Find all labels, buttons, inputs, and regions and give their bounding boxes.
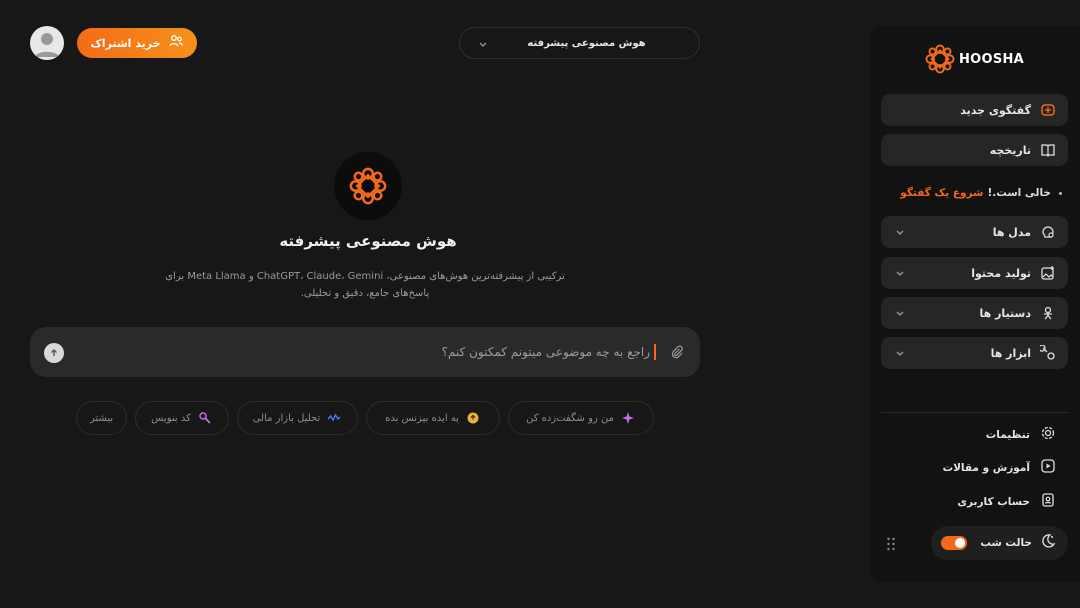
avatar[interactable] xyxy=(30,26,64,60)
sparkle-icon xyxy=(620,410,636,426)
arrow-up-icon xyxy=(51,349,57,356)
lightbulb-icon xyxy=(465,410,481,426)
page-title: هوش مصنوعی پیشرفته xyxy=(279,232,457,250)
model-select-label: هوش مصنوعی پیشرفته xyxy=(527,37,646,49)
menu-tools[interactable]: ابزار ها xyxy=(881,337,1068,369)
night-mode-row: حالت شب xyxy=(931,526,1068,560)
model-select[interactable]: هوش مصنوعی پیشرفته xyxy=(459,27,700,59)
account-link[interactable]: حساب کاربری xyxy=(881,491,1068,513)
chevron-down-icon xyxy=(893,306,907,320)
chip-label: یه ایده بیزنس بده xyxy=(385,412,459,424)
suggestion-chip-write-code[interactable]: کد بنویس xyxy=(135,401,229,435)
menu-label: دستیار ها xyxy=(979,306,1032,320)
tutorials-label: آموزش و مقالات xyxy=(942,462,1030,474)
buy-subscription-label: خرید اشتراک xyxy=(90,36,161,50)
brand-name: HOOSHA xyxy=(958,51,1025,67)
chat-input[interactable] xyxy=(90,337,650,367)
history-empty-state: خالی است.! شروع یک گفتگو xyxy=(881,184,1068,202)
brand[interactable]: HOOSHA xyxy=(869,44,1080,74)
new-chat-icon xyxy=(1039,101,1057,119)
book-icon xyxy=(1039,141,1057,159)
chevron-down-icon xyxy=(893,346,907,360)
sidebar-divider xyxy=(881,412,1068,413)
user-card-icon xyxy=(1040,492,1056,512)
description-line: پاسخ‌های جامع، دقیق و تحلیلی. xyxy=(300,288,430,299)
suggestion-chip-business-idea[interactable]: یه ایده بیزنس بده xyxy=(366,401,500,435)
chip-label: کد بنویس xyxy=(151,412,191,424)
suggestion-chip-market-analysis[interactable]: تحلیل بازار مالی xyxy=(237,401,358,435)
buy-subscription-button[interactable]: خرید اشتراک xyxy=(77,28,197,58)
user-avatar-icon xyxy=(35,33,59,57)
new-chat-label: گفتگوی جدید xyxy=(960,103,1031,117)
menu-models[interactable]: مدل ها xyxy=(881,216,1068,248)
hoosha-logo-icon xyxy=(925,44,955,74)
history-button[interactable]: تاریخچه xyxy=(881,134,1068,166)
suggestion-chip-surprise[interactable]: من رو شگفت‌زده کن xyxy=(508,401,654,435)
settings-label: تنظیمات xyxy=(985,429,1030,441)
wrench-icon xyxy=(197,410,213,426)
chip-label: بیشتر xyxy=(89,412,114,424)
suggestion-chip-more[interactable]: بیشتر xyxy=(76,401,127,435)
image-plus-icon xyxy=(1039,264,1057,282)
chevron-down-icon xyxy=(893,266,907,280)
empty-text: خالی است.! xyxy=(987,187,1051,199)
new-chat-button[interactable]: گفتگوی جدید xyxy=(881,94,1068,126)
tutorials-link[interactable]: آموزش و مقالات xyxy=(881,457,1068,479)
start-chat-link[interactable]: شروع یک گفتگو xyxy=(900,187,983,199)
night-mode-label: حالت شب xyxy=(980,537,1032,549)
play-video-icon xyxy=(1040,458,1056,478)
description-line: ترکیبی از پیشرفته‌ترین هوش‌های مصنوعی، C… xyxy=(165,271,565,282)
menu-content-generation[interactable]: تولید محتوا xyxy=(881,257,1068,289)
moon-icon xyxy=(1040,533,1056,553)
robot-icon xyxy=(1039,304,1057,322)
night-mode-toggle[interactable] xyxy=(941,536,967,550)
chip-label: تحلیل بازار مالی xyxy=(252,412,321,424)
chevron-down-icon xyxy=(478,34,488,53)
gear-icon xyxy=(1040,425,1056,445)
bullet-icon xyxy=(1059,191,1062,195)
tools-icon xyxy=(1039,344,1057,362)
settings-link[interactable]: تنظیمات xyxy=(881,424,1068,446)
chat-composer xyxy=(30,327,700,377)
drag-handle-icon[interactable] xyxy=(886,536,896,552)
hoosha-logo-icon xyxy=(349,167,387,205)
hero-logo xyxy=(334,152,402,220)
menu-label: مدل ها xyxy=(992,225,1031,239)
models-icon xyxy=(1039,223,1057,241)
send-button[interactable] xyxy=(44,343,64,363)
attach-icon[interactable] xyxy=(668,343,686,361)
history-label: تاریخچه xyxy=(989,143,1031,157)
menu-label: تولید محتوا xyxy=(971,266,1031,280)
chevron-down-icon xyxy=(893,225,907,239)
page-description: ترکیبی از پیشرفته‌ترین هوش‌های مصنوعی، C… xyxy=(150,268,580,302)
chart-wave-icon xyxy=(326,410,342,426)
menu-assistants[interactable]: دستیار ها xyxy=(881,297,1068,329)
chip-label: من رو شگفت‌زده کن xyxy=(526,412,614,424)
account-label: حساب کاربری xyxy=(957,496,1030,508)
sidebar: HOOSHA گفتگوی جدید تاریخچه خالی است.! شر… xyxy=(869,26,1080,582)
text-cursor xyxy=(654,344,656,360)
menu-label: ابزار ها xyxy=(990,346,1031,360)
users-icon xyxy=(168,33,184,53)
